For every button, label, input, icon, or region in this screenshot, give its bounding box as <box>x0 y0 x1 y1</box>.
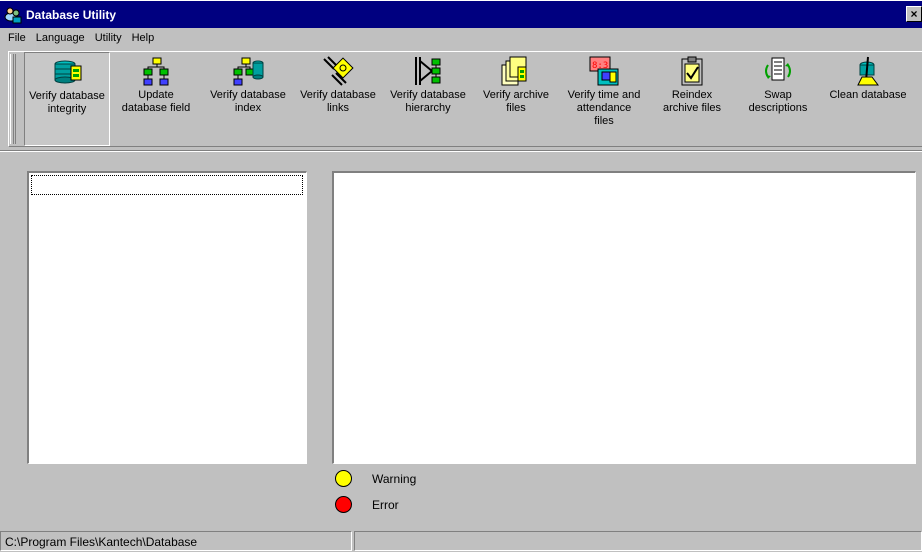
verify-database-index-button[interactable]: Verify database index <box>203 52 293 146</box>
database-people-icon <box>4 7 22 23</box>
menu-language[interactable]: Language <box>32 32 91 44</box>
database-stack-icon <box>54 60 82 84</box>
tool-label: Verify database integrity <box>29 90 105 115</box>
error-label: Error <box>372 498 399 512</box>
tool-label: Clean database <box>829 89 907 101</box>
tree-hierarchy-icon <box>415 57 441 85</box>
title-bar: Database Utility × <box>0 0 922 28</box>
tool-label: Reindex archive files <box>662 89 722 114</box>
tool-label: Verify time and attendance files <box>567 89 641 127</box>
verify-time-and-attendance-files-button[interactable]: 8:3 Verify time and attendance files <box>559 52 649 146</box>
warning-icon <box>335 470 352 487</box>
swap-list-icon <box>765 57 791 81</box>
chain-links-icon <box>323 56 354 86</box>
status-secondary <box>354 531 922 551</box>
archive-files-icon <box>501 56 527 86</box>
hierarchy-icon <box>143 57 169 86</box>
verify-database-integrity-button[interactable]: Verify database integrity <box>24 52 110 146</box>
update-database-field-button[interactable]: Update database field <box>113 52 199 146</box>
tool-label: Swap descriptions <box>748 89 808 114</box>
tool-label: Verify database hierarchy <box>390 89 466 114</box>
item-list-panel[interactable] <box>27 171 307 464</box>
toolbar-grip[interactable] <box>10 54 16 144</box>
list-focus-row[interactable] <box>31 175 303 195</box>
tool-label: Verify archive files <box>482 89 550 114</box>
results-panel[interactable] <box>332 171 916 464</box>
toolbar: Verify database integrity Update databas… <box>8 51 922 147</box>
broom-icon <box>857 56 879 86</box>
verify-database-links-button[interactable]: Verify database links <box>293 52 383 146</box>
status-bar: C:\Program Files\Kantech\Database <box>0 531 922 552</box>
verify-database-hierarchy-button[interactable]: Verify database hierarchy <box>383 52 473 146</box>
menu-help[interactable]: Help <box>128 32 161 44</box>
toolbar-separator <box>0 150 922 152</box>
hierarchy-database-icon <box>233 57 264 86</box>
menu-utility[interactable]: Utility <box>91 32 128 44</box>
time-attendance-icon: 8:3 <box>589 56 619 86</box>
window-title: Database Utility <box>26 7 117 22</box>
reindex-archive-files-button[interactable]: Reindex archive files <box>649 52 735 146</box>
menu-file[interactable]: File <box>4 32 32 44</box>
warning-label: Warning <box>372 472 417 486</box>
menu-bar: File Language Utility Help <box>0 28 922 48</box>
verify-archive-files-button[interactable]: Verify archive files <box>473 52 559 146</box>
swap-descriptions-button[interactable]: Swap descriptions <box>735 52 821 146</box>
error-icon <box>335 496 352 513</box>
clipboard-check-icon <box>681 56 703 86</box>
clean-database-button[interactable]: Clean database <box>821 52 915 146</box>
status-path: C:\Program Files\Kantech\Database <box>0 531 353 551</box>
close-button[interactable]: × <box>906 6 922 22</box>
tool-label: Verify database links <box>300 89 376 114</box>
tool-label: Update database field <box>121 89 191 114</box>
tool-label: Verify database index <box>210 89 286 114</box>
